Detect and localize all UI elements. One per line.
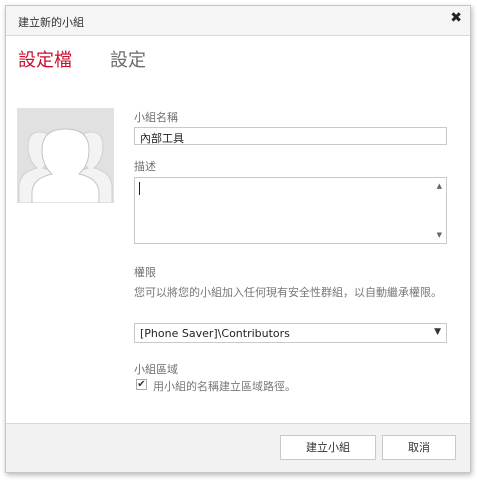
close-icon[interactable]: ✖ xyxy=(450,10,462,26)
permissions-label: 權限 xyxy=(134,266,156,279)
cancel-button[interactable]: 取消 xyxy=(382,435,456,460)
tab-settings[interactable]: 設定 xyxy=(110,46,146,72)
team-avatar-placeholder[interactable] xyxy=(17,108,114,203)
tab-profile[interactable]: 設定檔 xyxy=(18,46,72,72)
create-area-path-checkbox[interactable]: ✔ xyxy=(136,379,147,390)
dialog-title: 建立新的小組 xyxy=(18,16,84,29)
description-label: 描述 xyxy=(134,160,156,173)
dropdown-arrow-icon: ▼ xyxy=(434,327,441,337)
create-team-dialog: 建立新的小組 ✖ 設定檔 設定 小組名稱 內部工具 描述 ▲ ▼ 權限 您可以將… xyxy=(5,5,471,473)
create-area-path-label[interactable]: 用小組的名稱建立區域路徑。 xyxy=(153,378,296,394)
dialog-footer: 建立小組 取消 xyxy=(6,423,470,472)
scroll-up-icon[interactable]: ▲ xyxy=(437,182,442,190)
permissions-description: 您可以將您的小組加入任何現有安全性群組，以自動繼承權限。 xyxy=(134,286,442,299)
create-team-button[interactable]: 建立小組 xyxy=(280,435,376,460)
team-name-input[interactable]: 內部工具 xyxy=(134,127,447,145)
description-textarea[interactable]: ▲ ▼ xyxy=(134,177,447,244)
dialog-titlebar: 建立新的小組 ✖ xyxy=(6,6,470,36)
text-caret xyxy=(139,182,140,195)
people-silhouette-icon xyxy=(18,128,113,203)
security-group-value: [Phone Saver]\Contributors xyxy=(140,327,290,340)
team-name-label: 小組名稱 xyxy=(134,111,178,124)
security-group-select[interactable]: [Phone Saver]\Contributors ▼ xyxy=(134,323,447,343)
area-label: 小組區域 xyxy=(134,363,178,376)
scroll-down-icon[interactable]: ▼ xyxy=(437,231,442,239)
